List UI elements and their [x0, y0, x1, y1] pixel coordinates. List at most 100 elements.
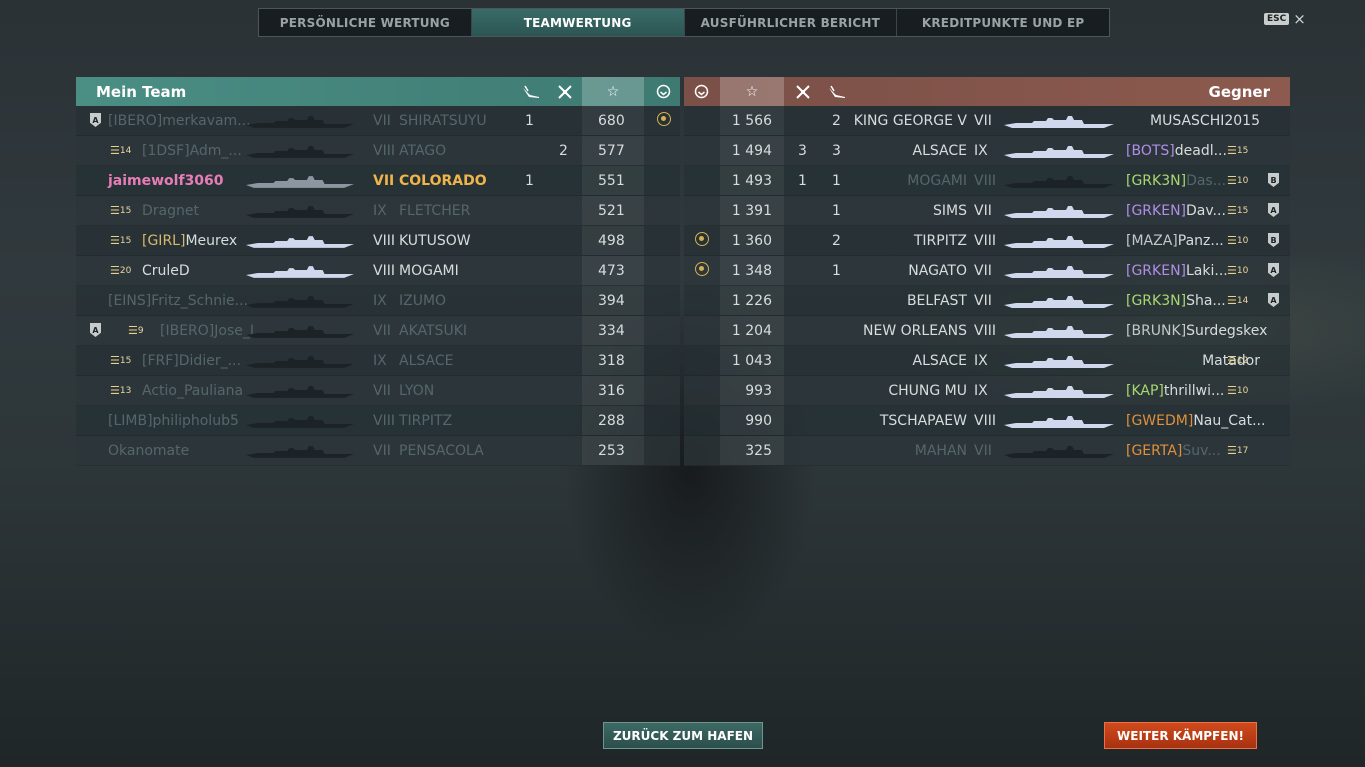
close-control[interactable]: ESC ×	[1264, 12, 1306, 27]
score-value: 316	[598, 383, 625, 399]
rank-chevron-icon: ☰	[1227, 264, 1237, 277]
team-row[interactable]: A [IBERO]merkavam... VII SHIRATSUYU 1 680	[76, 106, 680, 136]
team-row[interactable]: 990 TSCHAPAEW VIII [GWEDM]Nau_Cat...	[684, 406, 1290, 436]
star-icon[interactable]: ☆	[720, 77, 784, 106]
team-row[interactable]: ☰ 15 [FRF]Didier_... IX ALSACE 318	[76, 346, 680, 376]
tab-personal-score[interactable]: PERSÖNLICHE WERTUNG	[259, 9, 472, 36]
player-name-cell[interactable]: [LIMB]philipholub5	[108, 413, 239, 429]
team-row[interactable]: 1 226 BELFAST VII [GRK3N]Sha... ☰ 14 A	[684, 286, 1290, 316]
team-row[interactable]: 1 204 NEW ORLEANS VIII [BRUNK]Surdegskex	[684, 316, 1290, 346]
clan-tag: [LIMB]	[108, 413, 153, 429]
team-row[interactable]: ☰ 13 Actio_Pauliana VII LYON 316	[76, 376, 680, 406]
player-name-cell[interactable]: [GIRL]Meurex	[142, 233, 237, 249]
player-name-cell[interactable]: [GWEDM]Nau_Cat...	[1126, 413, 1265, 429]
player-name-cell[interactable]: [KAP]thrillwi...	[1126, 383, 1224, 399]
kills-value: 2	[832, 113, 841, 129]
team-row[interactable]: 1 494 3 3 ALSACE IX [BOTS]deadl... ☰ 15	[684, 136, 1290, 166]
ship-silhouette	[246, 235, 354, 248]
ship-tier: IX	[373, 293, 387, 309]
torpedo-icon[interactable]	[822, 77, 852, 106]
player-name-cell[interactable]: Okanomate	[108, 443, 189, 459]
team-row[interactable]: ☰ 14 [1DSF]Adm_... VIII ATAGO 2 577	[76, 136, 680, 166]
player-name-cell[interactable]: [GRK3N]Sha...	[1126, 293, 1226, 309]
team-row[interactable]: [LIMB]philipholub5 VIII TIRPITZ 288	[76, 406, 680, 436]
team-row[interactable]: 1 043 ALSACE IX Matador ☰ 12	[684, 346, 1290, 376]
medal-icon[interactable]	[646, 77, 680, 106]
team-row[interactable]: 325 MAHAN VII [GERTA]Suv... ☰ 17	[684, 436, 1290, 466]
team-row[interactable]: ☰ 15 Dragnet IX FLETCHER 521	[76, 196, 680, 226]
clan-tag: [GRKEN]	[1126, 203, 1186, 219]
player-name-cell[interactable]: [IBERO]merkavam...	[108, 113, 251, 129]
team-row[interactable]: A ☰ 9 [IBERO]Jose_I... VII AKATSUKI 334	[76, 316, 680, 346]
team-row[interactable]: 1 493 1 1 MOGAMI VIII [GRK3N]Das... ☰ 10 B	[684, 166, 1290, 196]
division-badge: B	[1268, 233, 1279, 247]
team-row[interactable]: 1 566 2 KING GEORGE V VII MUSASCHI2015	[684, 106, 1290, 136]
team-row[interactable]: 1 360 2 TIRPITZ VIII [MAZA]Panz... ☰ 10 B	[684, 226, 1290, 256]
plane-kill-icon[interactable]	[550, 77, 580, 106]
team-row[interactable]: 993 CHUNG MU IX [KAP]thrillwi... ☰ 10	[684, 376, 1290, 406]
enemy-team-panel: ☆ Gegner 1 566 2 KING GEORGE V VII MUSASCHI2…	[684, 77, 1290, 466]
score-value: 521	[598, 203, 625, 219]
team-row[interactable]: Okanomate VII PENSACOLA 253	[76, 436, 680, 466]
ship-silhouette-icon	[1004, 236, 1114, 248]
player-name-cell[interactable]: [GRKEN]Dav...	[1126, 203, 1226, 219]
score-value: 1 204	[731, 323, 772, 339]
player-name-cell[interactable]: [MAZA]Panz...	[1126, 233, 1224, 249]
score-value: 1 360	[731, 233, 772, 249]
team-row[interactable]: 1 391 1 SIMS VII [GRKEN]Dav... ☰ 15 A	[684, 196, 1290, 226]
torpedo-icon[interactable]	[516, 77, 546, 106]
player-name-cell[interactable]: [GRKEN]Laki...	[1126, 263, 1228, 279]
medal-icon	[695, 232, 709, 246]
ship-name: KING GEORGE V	[853, 113, 967, 129]
back-to-port-button[interactable]: ZURÜCK ZUM HAFEN	[603, 722, 763, 749]
player-name-cell[interactable]: MUSASCHI2015	[1150, 113, 1260, 129]
ship-silhouette-icon	[1004, 296, 1114, 308]
player-name-cell[interactable]: [1DSF]Adm_...	[142, 143, 242, 159]
ship-name: ALSACE	[399, 353, 454, 369]
rank-insignia: ☰ 17	[1227, 444, 1248, 457]
ship-silhouette-icon	[246, 386, 354, 398]
team-row[interactable]: ☰ 15 [GIRL]Meurex VIII KUTUSOW 498	[76, 226, 680, 256]
ship-silhouette	[246, 145, 354, 158]
player-name-cell[interactable]: jaimewolf3060	[108, 173, 224, 189]
tab-team-score[interactable]: TEAMWERTUNG	[471, 9, 685, 36]
rank-insignia: ☰ 10	[1227, 234, 1248, 247]
ship-silhouette-icon	[1004, 326, 1114, 338]
ship-silhouette	[1000, 325, 1118, 338]
player-name-cell[interactable]: Actio_Pauliana	[142, 383, 243, 399]
score-value: 394	[598, 293, 625, 309]
player-name-cell[interactable]: [GRK3N]Das...	[1126, 173, 1226, 189]
ship-name: FLETCHER	[399, 203, 471, 219]
star-icon[interactable]: ☆	[582, 77, 644, 106]
keep-fighting-button[interactable]: WEITER KÄMPFEN!	[1104, 722, 1257, 749]
team-row[interactable]: 1 348 1 NAGATO VII [GRKEN]Laki... ☰ 10 A	[684, 256, 1290, 286]
ship-name: MAHAN	[914, 443, 967, 459]
player-name-cell[interactable]: [GERTA]Suv...	[1126, 443, 1221, 459]
rank-insignia: ☰ 13	[110, 384, 131, 397]
clan-tag: [BOTS]	[1126, 143, 1175, 159]
ship-tier: VIII	[373, 233, 395, 249]
score-value: 1 494	[731, 143, 772, 159]
ship-silhouette-icon	[246, 116, 354, 128]
tab-credits-xp[interactable]: KREDITPUNKTE UND EP	[897, 9, 1109, 36]
player-name-cell[interactable]: Dragnet	[142, 203, 199, 219]
plane-kill-icon[interactable]	[788, 77, 818, 106]
ship-silhouette	[1000, 265, 1118, 278]
score-value: 318	[598, 353, 625, 369]
player-name-cell[interactable]: [BRUNK]Surdegskex	[1126, 323, 1267, 339]
clan-tag: [GRK3N]	[1126, 173, 1187, 189]
tab-detailed-report[interactable]: AUSFÜHRLICHER BERICHT	[685, 9, 898, 36]
team-row[interactable]: [EINS]Fritz_Schnie... IX IZUMO 394	[76, 286, 680, 316]
player-name-cell[interactable]: [EINS]Fritz_Schnie...	[108, 293, 248, 309]
score-value: 1 566	[731, 113, 772, 129]
kills-value: 1	[832, 263, 841, 279]
close-icon[interactable]: ×	[1293, 12, 1306, 27]
rank-chevron-icon: ☰	[110, 384, 120, 397]
team-row[interactable]: ☰ 20 CruleD VIII MOGAMI 473	[76, 256, 680, 286]
medal-icon[interactable]	[684, 77, 718, 106]
player-name-cell[interactable]: [BOTS]deadl...	[1126, 143, 1227, 159]
player-name-cell[interactable]: [FRF]Didier_...	[142, 353, 241, 369]
player-name-cell[interactable]: CruleD	[142, 263, 190, 279]
player-name: jaimewolf3060	[108, 173, 224, 189]
team-row[interactable]: jaimewolf3060 VII COLORADO 1 551	[76, 166, 680, 196]
